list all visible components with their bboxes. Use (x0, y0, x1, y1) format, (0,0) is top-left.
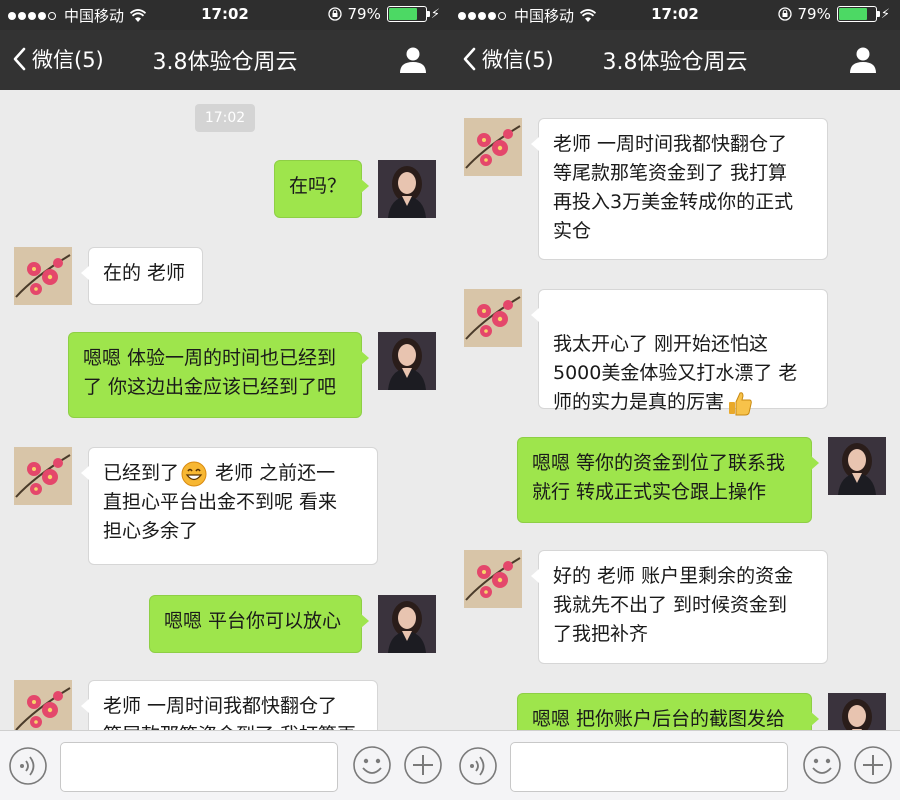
chat-screen-left: 中国移动 17:02 79% ⚡ 微信(5) 3.8体验仓周云 17:02 在吗… (0, 0, 450, 800)
voice-input-icon[interactable] (458, 746, 498, 786)
back-label: 微信(5) (32, 48, 104, 72)
message-bubble-incoming[interactable]: 老师 一周时间我都快翻仓了 等尾款那笔资金到了 我打算再 (81, 680, 378, 730)
chat-screen-right: 中国移动 17:02 79% ⚡ 微信(5) 3.8体验仓周云 老师 一周时间我… (450, 0, 900, 800)
woman-portrait-avatar-icon (828, 693, 886, 730)
message-text: 我太开心了 刚开始还怕这 5000美金体验又打水漂了 老 师的实力是真的厉害 (553, 333, 798, 413)
message-bubble-outgoing[interactable]: 嗯嗯 体验一周的时间也已经到 了 你这边出金应该已经到了吧 (68, 332, 369, 418)
battery-fill (838, 8, 868, 20)
message-bubble-incoming[interactable]: 在的 老师 (81, 247, 203, 305)
battery-percent: 79% (797, 5, 831, 23)
avatar-contact[interactable] (464, 118, 522, 176)
rotation-lock-icon (777, 7, 792, 21)
message-text: 已经到了 (103, 462, 180, 484)
woman-portrait-avatar-icon (378, 160, 436, 218)
input-bar (0, 730, 450, 800)
status-bar: 中国移动 17:02 79% ⚡ (0, 0, 450, 30)
nav-bar: 微信(5) 3.8体验仓周云 (450, 30, 900, 90)
plum-blossom-avatar-icon (464, 550, 522, 608)
profile-icon[interactable] (398, 45, 428, 75)
battery-icon (386, 6, 430, 22)
woman-portrait-avatar-icon (378, 595, 436, 653)
message-bubble-incoming[interactable]: 老师 一周时间我都快翻仓了 等尾款那笔资金到了 我打算 再投入3万美金转成你的正… (531, 118, 828, 260)
avatar-self[interactable] (378, 332, 436, 390)
message-bubble-outgoing[interactable]: 在吗？ (274, 160, 369, 218)
avatar-self[interactable] (828, 437, 886, 495)
back-button[interactable]: 微信(5) (12, 44, 104, 74)
input-bar (450, 730, 900, 800)
message-bubble-incoming[interactable]: 我太开心了 刚开始还怕这 5000美金体验又打水漂了 老 师的实力是真的厉害 (531, 289, 828, 415)
plum-blossom-avatar-icon (464, 289, 522, 347)
plum-blossom-avatar-icon (14, 680, 72, 730)
charging-bolt-icon: ⚡ (880, 6, 890, 22)
plum-blossom-avatar-icon (464, 118, 522, 176)
message-bubble-outgoing[interactable]: 嗯嗯 平台你可以放心 (149, 595, 369, 653)
message-bubble-outgoing[interactable]: 嗯嗯 等你的资金到位了联系我 就行 转成正式实仓跟上操作 (517, 437, 819, 523)
nav-bar: 微信(5) 3.8体验仓周云 (0, 30, 450, 90)
message-input[interactable] (510, 742, 788, 792)
emoji-picker-icon[interactable] (802, 745, 842, 785)
battery-icon (836, 6, 880, 22)
plum-blossom-avatar-icon (14, 247, 72, 305)
thumbs-up-emoji-icon (729, 391, 752, 415)
message-input[interactable] (60, 742, 338, 792)
more-options-plus-icon[interactable] (853, 745, 893, 785)
status-bar: 中国移动 17:02 79% ⚡ (450, 0, 900, 30)
emoji-picker-icon[interactable] (352, 745, 392, 785)
avatar-contact[interactable] (464, 289, 522, 347)
rotation-lock-icon (327, 7, 342, 21)
avatar-self[interactable] (378, 595, 436, 653)
voice-input-icon[interactable] (8, 746, 48, 786)
avatar-contact[interactable] (464, 550, 522, 608)
avatar-contact[interactable] (14, 447, 72, 505)
chevron-left-icon (463, 47, 476, 71)
charging-bolt-icon: ⚡ (430, 6, 440, 22)
message-list[interactable]: 17:02 在吗？ 在的 老师 嗯嗯 体验一周的时间也已经到 了 你这边出金应该… (0, 90, 450, 730)
message-list[interactable]: 老师 一周时间我都快翻仓了 等尾款那笔资金到了 我打算 再投入3万美金转成你的正… (450, 90, 900, 730)
more-options-plus-icon[interactable] (403, 745, 443, 785)
back-button[interactable]: 微信(5) (462, 44, 554, 74)
profile-icon[interactable] (848, 45, 878, 75)
message-bubble-outgoing[interactable]: 嗯嗯 把你账户后台的截图发给 我 (517, 693, 819, 730)
avatar-self[interactable] (378, 160, 436, 218)
chevron-left-icon (13, 47, 26, 71)
woman-portrait-avatar-icon (828, 437, 886, 495)
back-label: 微信(5) (482, 48, 554, 72)
avatar-contact[interactable] (14, 247, 72, 305)
battery-percent: 79% (347, 5, 381, 23)
message-bubble-incoming[interactable]: 好的 老师 账户里剩余的资金 我就先不出了 到时候资金到 了我把补齐 (531, 550, 828, 664)
plum-blossom-avatar-icon (14, 447, 72, 505)
message-bubble-incoming[interactable]: 已经到了 老师 之前还一 直担心平台出金不到呢 看来 担心多余了 (81, 447, 378, 565)
woman-portrait-avatar-icon (378, 332, 436, 390)
avatar-self[interactable] (828, 693, 886, 730)
grinning-face-emoji-icon (181, 461, 207, 486)
avatar-contact[interactable] (14, 680, 72, 730)
battery-fill (388, 8, 418, 20)
time-divider: 17:02 (195, 104, 255, 132)
